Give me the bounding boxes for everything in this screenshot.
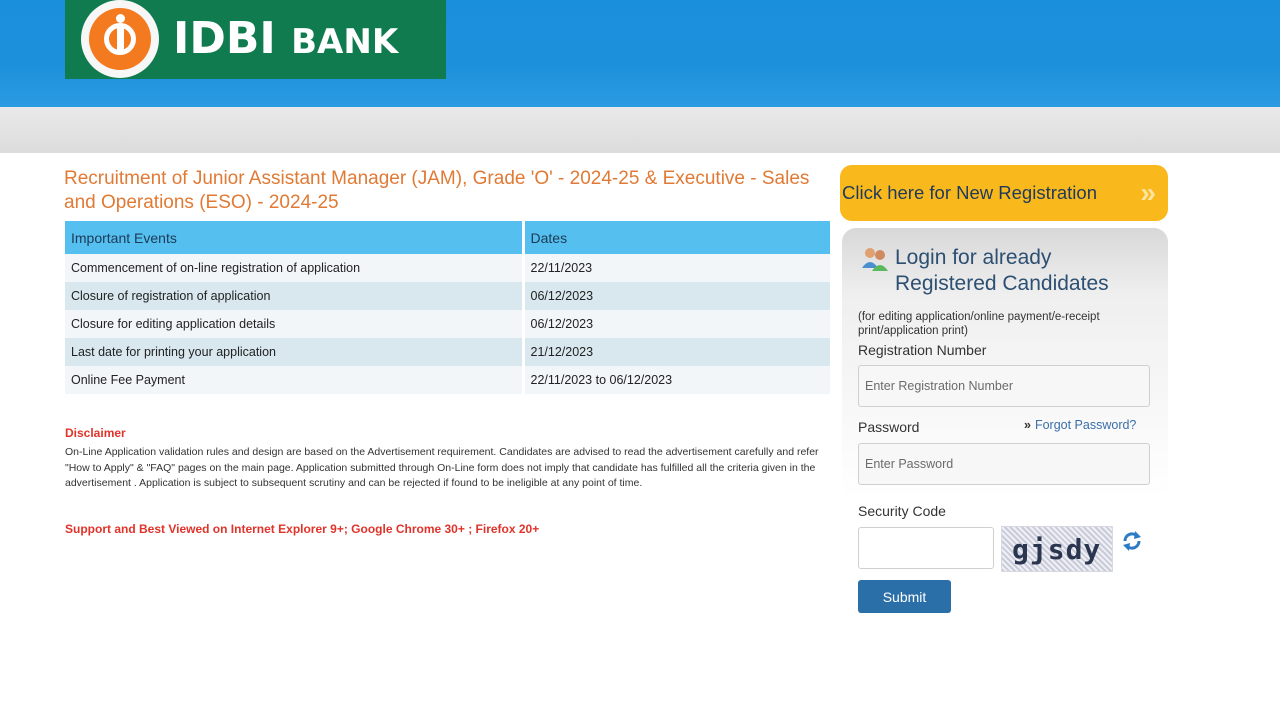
table-row: Online Fee Payment 22/11/2023 to 06/12/2… [65,366,830,394]
disclaimer-text: On-Line Application validation rules and… [65,446,819,489]
date-cell: 22/11/2023 [523,254,830,282]
double-chevron-icon: » [1024,418,1031,432]
logo-text: IDBI BANK [173,13,399,64]
table-row: Closure for editing application details … [65,310,830,338]
nav-bar [0,107,1280,153]
login-title: Login for already Registered Candidates [895,246,1109,295]
browser-support-note: Support and Best Viewed on Internet Expl… [65,522,540,536]
submit-button[interactable]: Submit [858,580,951,613]
event-cell: Closure of registration of application [65,282,525,310]
refresh-captcha-icon[interactable] [1121,530,1143,552]
security-code-label: Security Code [858,503,946,519]
event-cell: Closure for editing application details [65,310,525,338]
login-note: (for editing application/online payment/… [858,311,1100,337]
important-events-table: Important Events Dates Commencement of o… [65,221,830,394]
site-header: IDBI BANK [0,0,1280,107]
column-header-events: Important Events [65,221,525,254]
table-header-row: Important Events Dates [65,221,830,254]
table-row: Commencement of on-line registration of … [65,254,830,282]
security-code-input[interactable] [858,527,994,569]
table-row: Last date for printing your application … [65,338,830,366]
table-row: Closure of registration of application 0… [65,282,830,310]
double-chevron-icon: » [1140,177,1156,208]
captcha-text: gjsdy [1012,533,1102,566]
new-registration-label: Click here for New Registration [842,182,1097,203]
logo-emblem-icon [81,0,159,78]
event-cell: Commencement of on-line registration of … [65,254,525,282]
date-cell: 06/12/2023 [523,282,830,310]
users-icon [862,248,888,271]
registration-number-input[interactable] [858,365,1150,407]
event-cell: Online Fee Payment [65,366,525,394]
forgot-password-link[interactable]: » Forgot Password? [1024,418,1136,432]
bank-logo[interactable]: IDBI BANK [65,0,446,79]
page-title: Recruitment of Junior Assistant Manager … [64,168,810,213]
column-header-dates: Dates [523,221,830,254]
disclaimer-heading: Disclaimer [65,426,126,440]
password-input[interactable] [858,443,1150,485]
captcha-image: gjsdy [1001,526,1113,572]
date-cell: 21/12/2023 [523,338,830,366]
date-cell: 06/12/2023 [523,310,830,338]
registration-number-label: Registration Number [858,342,987,358]
password-label: Password [858,419,920,435]
new-registration-button[interactable]: Click here for New Registration » [840,165,1168,221]
date-cell: 22/11/2023 to 06/12/2023 [523,366,830,394]
event-cell: Last date for printing your application [65,338,525,366]
